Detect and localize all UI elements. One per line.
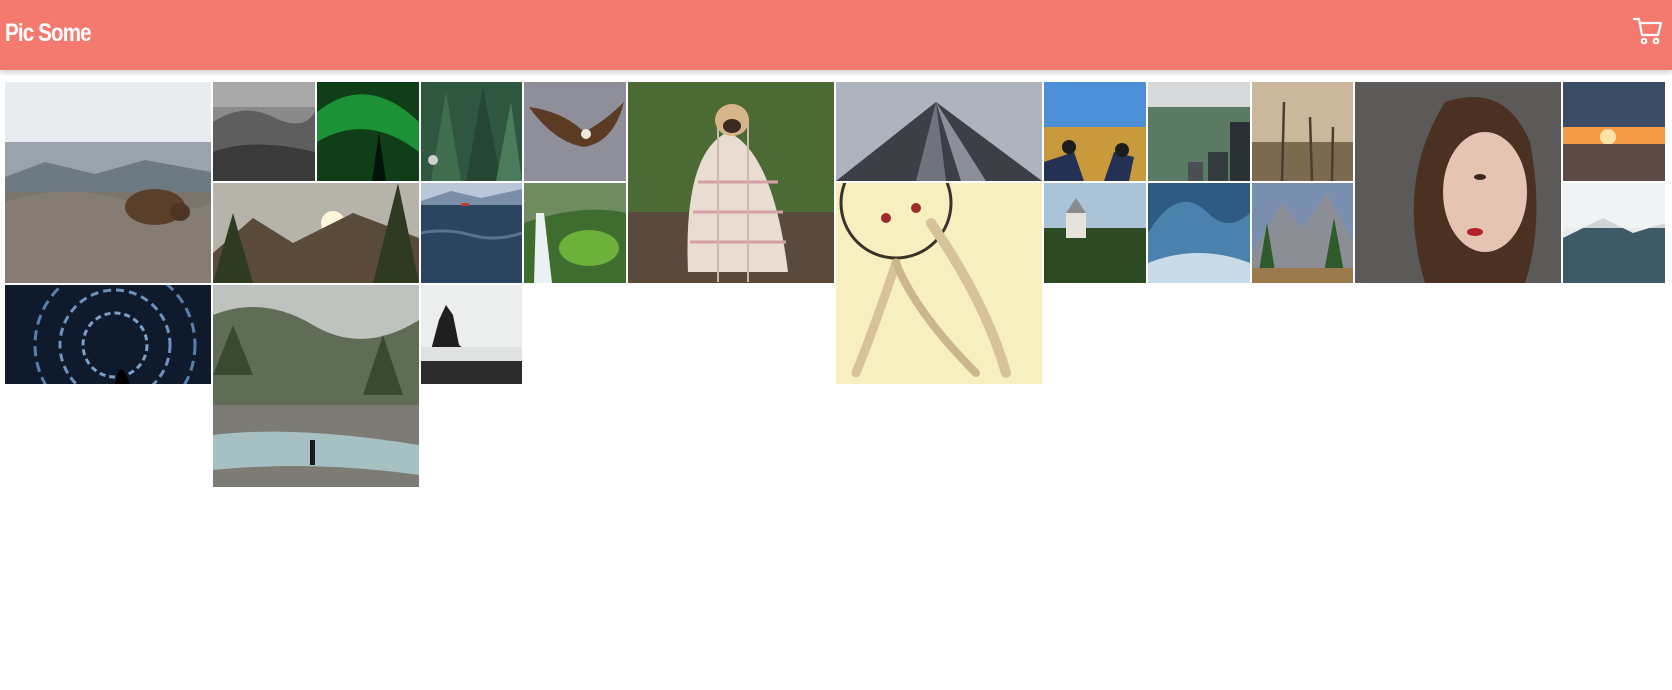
photo-star-trails[interactable] <box>5 285 211 384</box>
photo-skyscraper[interactable] <box>836 82 1042 181</box>
photo-grid <box>0 0 1672 690</box>
photo-river-hiker[interactable] <box>213 285 419 487</box>
photo-castle[interactable] <box>1044 183 1146 283</box>
photo-dead-trees[interactable] <box>1252 82 1353 181</box>
photo-yosemite[interactable] <box>1252 183 1353 283</box>
photo-sunset-railway[interactable] <box>1563 82 1665 181</box>
photo-sea-stack[interactable] <box>421 285 522 384</box>
photo-aurora[interactable] <box>317 82 419 181</box>
photo-dreamcatcher[interactable] <box>836 183 1042 384</box>
photo-pine-forest[interactable] <box>421 82 522 181</box>
photo-foggy-forest[interactable] <box>213 82 315 181</box>
photo-ocean-waves[interactable] <box>421 183 522 283</box>
photo-waterfall[interactable] <box>524 183 626 283</box>
photo-eagle[interactable] <box>524 82 626 181</box>
photo-sneakers[interactable] <box>1044 82 1146 181</box>
photo-mountain-sunset[interactable] <box>213 183 419 283</box>
photo-bear[interactable] <box>5 82 211 283</box>
photo-woman-portrait[interactable] <box>1355 82 1561 283</box>
photo-blue-wave[interactable] <box>1148 183 1250 283</box>
photo-misty-ridge[interactable] <box>1563 183 1665 283</box>
photo-city-park[interactable] <box>1148 82 1250 181</box>
photo-pug[interactable] <box>628 82 834 283</box>
